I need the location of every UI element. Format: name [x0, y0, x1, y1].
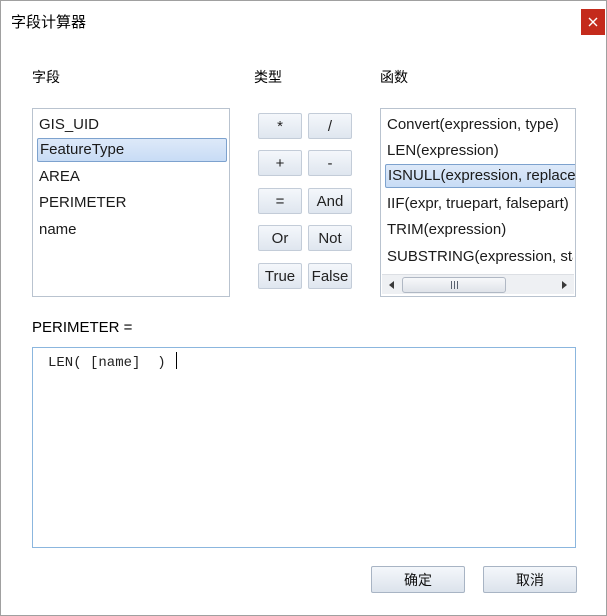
and-button[interactable]: And	[308, 188, 352, 214]
function-item-trim[interactable]: TRIM(expression)	[385, 218, 573, 242]
functions-list[interactable]: Convert(expression, type) LEN(expression…	[380, 108, 576, 297]
field-item-featuretype[interactable]: FeatureType	[37, 138, 227, 162]
divide-button[interactable]: /	[308, 113, 352, 139]
fields-label: 字段	[32, 70, 60, 86]
scroll-left-button[interactable]	[385, 277, 399, 293]
function-item-len[interactable]: LEN(expression)	[385, 139, 573, 163]
minus-button[interactable]: -	[308, 150, 352, 176]
text-caret	[176, 352, 178, 369]
scroll-thumb[interactable]	[402, 277, 506, 293]
cancel-button[interactable]: 取消	[483, 566, 577, 593]
multiply-button[interactable]: *	[258, 113, 302, 139]
plus-button[interactable]: +	[258, 150, 302, 176]
expression-text: LEN( [name] )	[48, 352, 178, 372]
equals-button[interactable]: =	[258, 188, 302, 214]
functions-label: 函数	[380, 70, 408, 86]
types-label: 类型	[254, 70, 282, 86]
false-button[interactable]: False	[308, 263, 352, 289]
field-calculator-dialog: 字段计算器 字段 GIS_UID FeatureType AREA PERIME…	[0, 0, 607, 616]
field-item-area[interactable]: AREA	[37, 165, 227, 189]
functions-horizontal-scrollbar[interactable]	[382, 274, 574, 294]
close-button[interactable]	[581, 9, 605, 35]
field-item-name[interactable]: name	[37, 218, 227, 242]
expression-label: PERIMETER =	[32, 319, 133, 336]
function-item-isnull[interactable]: ISNULL(expression, replacement)	[385, 164, 575, 188]
function-item-iif[interactable]: IIF(expr, truepart, falsepart)	[385, 192, 573, 216]
function-item-convert[interactable]: Convert(expression, type)	[385, 113, 573, 137]
true-button[interactable]: True	[258, 263, 302, 289]
scroll-right-button[interactable]	[557, 277, 571, 293]
or-button[interactable]: Or	[258, 225, 302, 251]
title-bar: 字段计算器	[1, 1, 606, 39]
close-icon	[588, 17, 598, 27]
expression-editor[interactable]: LEN( [name] )	[32, 347, 576, 548]
arrow-left-icon	[389, 281, 394, 289]
field-item-gis-uid[interactable]: GIS_UID	[37, 113, 227, 137]
field-item-perimeter[interactable]: PERIMETER	[37, 191, 227, 215]
window-title: 字段计算器	[11, 13, 87, 31]
fields-list[interactable]: GIS_UID FeatureType AREA PERIMETER name	[32, 108, 230, 297]
grip-icon	[450, 281, 458, 289]
arrow-right-icon	[562, 281, 567, 289]
ok-button[interactable]: 确定	[371, 566, 465, 593]
function-item-substring[interactable]: SUBSTRING(expression, start, length)	[385, 245, 573, 269]
not-button[interactable]: Not	[308, 225, 352, 251]
expression-value: LEN( [name] )	[48, 355, 175, 371]
